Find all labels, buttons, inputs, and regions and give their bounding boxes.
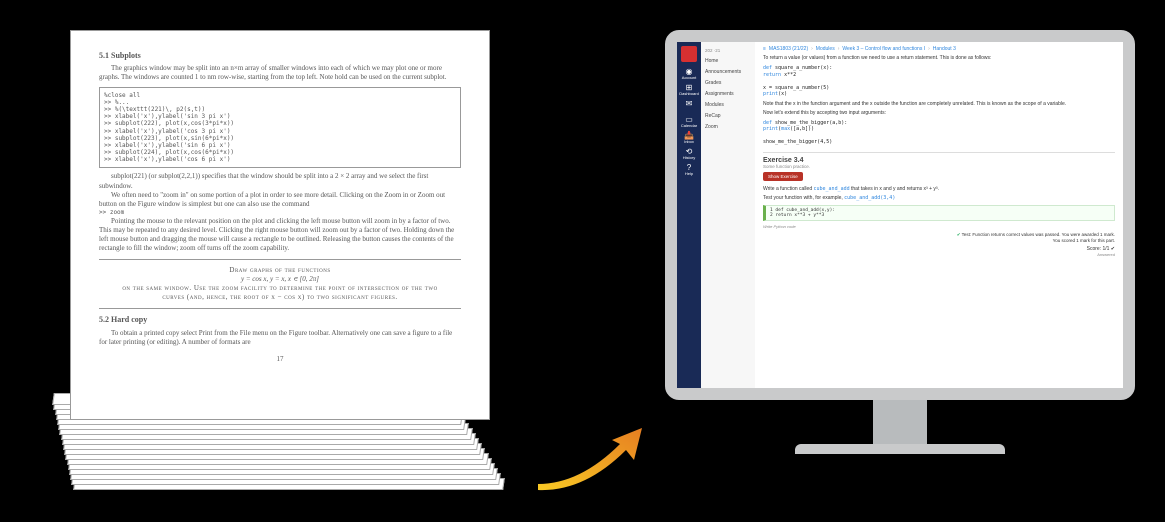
- section-heading: 5.1 Subplots: [99, 51, 461, 61]
- nav-help[interactable]: ?Help: [682, 164, 696, 174]
- matlab-code-block: %close all>> %...>> %(\texttt(221)\, p2(…: [99, 87, 461, 169]
- coursemenu-item[interactable]: Announcements: [705, 69, 751, 75]
- code-block-2: def show_me_the_bigger(a,b): print(max([…: [763, 120, 1115, 146]
- check-icon: ✔: [957, 232, 961, 237]
- nav-inbox[interactable]: 📥Inbox: [682, 132, 696, 142]
- computer-monitor: ◉Account ⊞Dashboard ✉ ▭Calendar 📥Inbox ⟲Histo…: [665, 30, 1135, 490]
- nav-item[interactable]: ✉: [682, 100, 696, 110]
- document-page: 5.1 Subplots The graphics window may be …: [70, 30, 490, 420]
- code-block-1: def square_a_number(x): return x**2x = s…: [763, 65, 1115, 98]
- coursemenu-item[interactable]: Zoom: [705, 124, 751, 130]
- breadcrumb[interactable]: ≡ MAS1803 (21/22)›Modules›Week 3 – Contr…: [763, 46, 1115, 52]
- paper-stack: 5.1 Subplots The graphics window may be …: [40, 20, 520, 490]
- show-exercise-button[interactable]: Show Exercise: [763, 172, 803, 181]
- exercise-title: Exercise 3.4: [763, 157, 1115, 164]
- course-menu: 202 ·21 HomeAnnouncementsGradesAssignmen…: [701, 42, 755, 388]
- coursemenu-item[interactable]: ReCap: [705, 113, 751, 119]
- nav-dashboard[interactable]: ⊞Dashboard: [682, 84, 696, 94]
- breadcrumb-item[interactable]: Handout 3: [933, 46, 956, 52]
- coursemenu-item[interactable]: Home: [705, 58, 751, 64]
- institution-logo: [681, 46, 697, 62]
- nav-history[interactable]: ⟲History: [682, 148, 696, 158]
- breadcrumb-item[interactable]: Week 3 – Control flow and functions I: [842, 46, 925, 52]
- page-content: ≡ MAS1803 (21/22)›Modules›Week 3 – Contr…: [755, 42, 1123, 388]
- transition-arrow: [530, 422, 650, 492]
- global-nav: ◉Account ⊞Dashboard ✉ ▭Calendar 📥Inbox ⟲Histo…: [677, 42, 701, 388]
- coursemenu-item[interactable]: Grades: [705, 80, 751, 86]
- nav-calendar[interactable]: ▭Calendar: [682, 116, 696, 126]
- coursemenu-item[interactable]: Modules: [705, 102, 751, 108]
- nav-account[interactable]: ◉Account: [682, 68, 696, 78]
- lms-screen: ◉Account ⊞Dashboard ✉ ▭Calendar 📥Inbox ⟲Histo…: [677, 42, 1123, 388]
- user-code-cell[interactable]: 1 def cube_and_add(x,y):2 return x**3 + …: [763, 205, 1115, 221]
- coursemenu-item[interactable]: Assignments: [705, 91, 751, 97]
- breadcrumb-item[interactable]: Modules: [816, 46, 835, 52]
- hamburger-icon[interactable]: ≡: [763, 46, 766, 52]
- breadcrumb-item[interactable]: MAS1803 (21/22): [769, 46, 808, 52]
- section-heading: 5.2 Hard copy: [99, 315, 461, 325]
